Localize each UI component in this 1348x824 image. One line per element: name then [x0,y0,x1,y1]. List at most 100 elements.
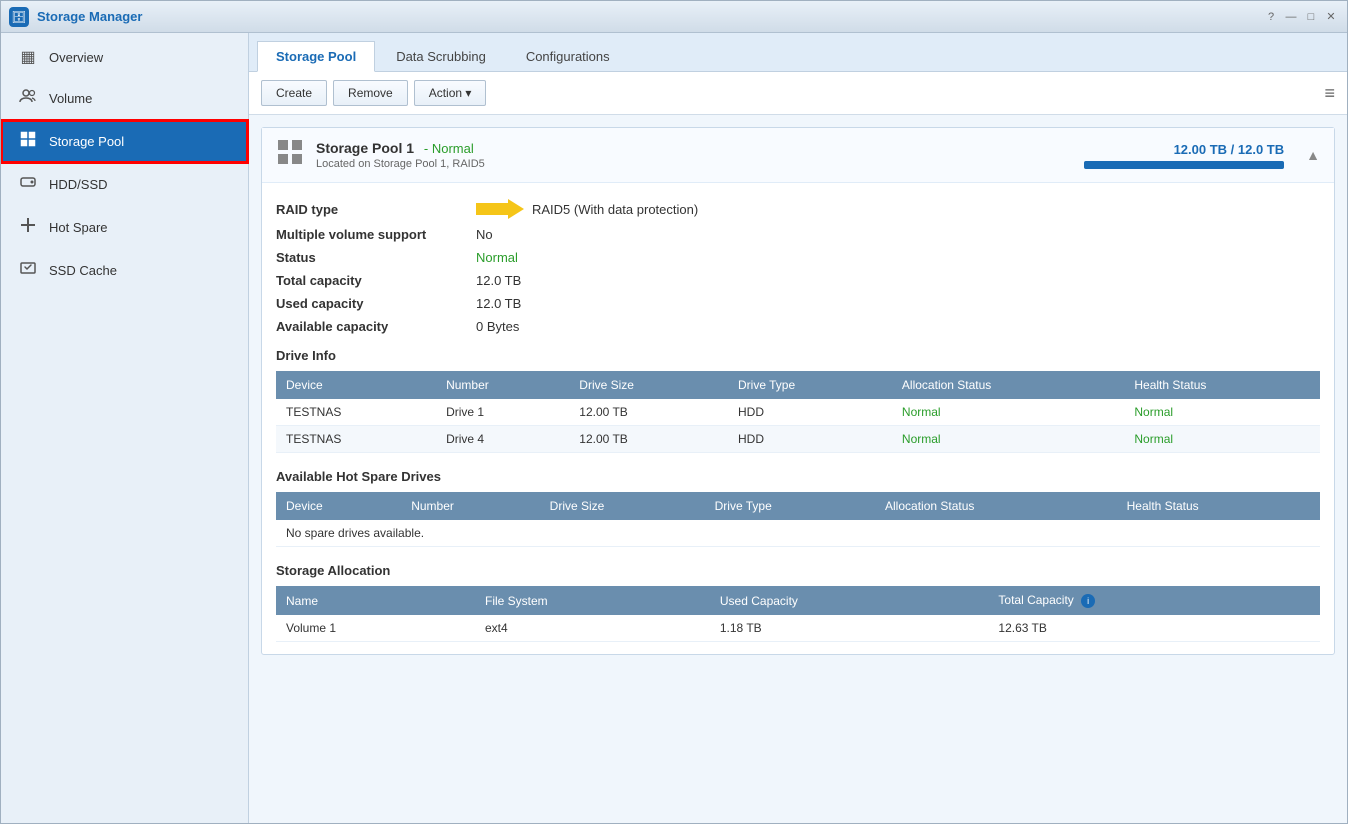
col-alloc-status: Allocation Status [892,371,1124,399]
sa-cell-total: 12.63 TB [988,615,1320,642]
hs-col-type: Drive Type [705,492,875,520]
hs-col-health: Health Status [1117,492,1320,520]
detail-row-raid-type: RAID type RAID5 (With data protection) [276,195,1320,223]
hot-spare-icon [17,216,39,239]
col-device: Device [276,371,436,399]
pool-title: Storage Pool 1 - Normal [316,140,1072,156]
sidebar-label-overview: Overview [49,50,103,65]
content-area: Storage Pool Data Scrubbing Configuratio… [249,33,1347,823]
pool-content: Storage Pool 1 - Normal Located on Stora… [249,115,1347,823]
sa-cell-name: Volume 1 [276,615,475,642]
help-button[interactable]: ? [1263,9,1279,25]
sidebar-label-hdd-ssd: HDD/SSD [49,177,108,192]
sa-col-total: Total Capacity i [988,586,1320,615]
toolbar-left: Create Remove Action ▾ [261,80,486,106]
cell-alloc: Normal [892,426,1124,453]
arrow-head [508,199,524,219]
overview-icon: ▦ [17,47,39,67]
action-button[interactable]: Action ▾ [414,80,487,106]
cell-number: Drive 1 [436,399,569,426]
minimize-button[interactable]: — [1283,9,1299,25]
storage-alloc-title: Storage Allocation [276,563,1320,578]
tab-bar: Storage Pool Data Scrubbing Configuratio… [249,33,1347,72]
drive-info-title: Drive Info [276,348,1320,363]
detail-row-status: Status Normal [276,246,1320,269]
table-row: TESTNAS Drive 4 12.00 TB HDD Normal Norm… [276,426,1320,453]
pool-details: RAID type RAID5 (With data protection) M… [262,183,1334,654]
pool-collapse-button[interactable]: ▲ [1306,147,1320,163]
hdd-ssd-icon [17,173,39,196]
table-row: TESTNAS Drive 1 12.00 TB HDD Normal Norm… [276,399,1320,426]
no-spare-message: No spare drives available. [276,520,1320,547]
sa-cell-used: 1.18 TB [710,615,989,642]
maximize-button[interactable]: □ [1303,9,1319,25]
cell-number: Drive 4 [436,426,569,453]
col-health-status: Health Status [1124,371,1320,399]
sidebar-label-hot-spare: Hot Spare [49,220,108,235]
col-number: Number [436,371,569,399]
sidebar-item-overview[interactable]: ▦ Overview [1,37,248,77]
create-button[interactable]: Create [261,80,327,106]
application-window: 🗄 Storage Manager ? — □ ✕ ▦ Overview Vol… [0,0,1348,824]
sidebar-item-storage-pool[interactable]: Storage Pool [1,120,248,163]
cell-type: HDD [728,399,892,426]
sa-col-name: Name [276,586,475,615]
title-bar-controls: ? — □ ✕ [1263,9,1339,25]
main-layout: ▦ Overview Volume Storage Pool HDD/SSD [1,33,1347,823]
sidebar-label-ssd-cache: SSD Cache [49,263,117,278]
hs-col-number: Number [401,492,539,520]
pool-grid-icon [276,138,304,172]
hot-spare-title: Available Hot Spare Drives [276,469,1320,484]
sidebar-item-hdd-ssd[interactable]: HDD/SSD [1,163,248,206]
pool-capacity-text: 12.00 TB / 12.0 TB [1084,142,1284,157]
sidebar-label-volume: Volume [49,91,92,106]
sidebar-item-hot-spare[interactable]: Hot Spare [1,206,248,249]
hs-col-size: Drive Size [540,492,705,520]
sidebar-item-volume[interactable]: Volume [1,77,248,120]
view-toggle-icon[interactable]: ≡ [1324,83,1335,104]
total-capacity-info-icon[interactable]: i [1081,594,1095,608]
arrow-shaft [476,203,508,215]
detail-row-multiple-volume: Multiple volume support No [276,223,1320,246]
hs-col-device: Device [276,492,401,520]
tab-data-scrubbing[interactable]: Data Scrubbing [377,41,505,71]
table-row: Volume 1 ext4 1.18 TB 12.63 TB [276,615,1320,642]
cell-health: Normal [1124,399,1320,426]
drive-info-table: Device Number Drive Size Drive Type Allo… [276,371,1320,453]
sa-col-used: Used Capacity [710,586,989,615]
pool-header: Storage Pool 1 - Normal Located on Stora… [262,128,1334,183]
pool-capacity-area: 12.00 TB / 12.0 TB [1084,142,1284,169]
sa-col-fs: File System [475,586,710,615]
cell-device: TESTNAS [276,426,436,453]
tab-storage-pool[interactable]: Storage Pool [257,41,375,72]
close-button[interactable]: ✕ [1323,9,1339,25]
pool-capacity-fill [1084,161,1284,169]
sidebar-label-storage-pool: Storage Pool [49,134,124,149]
cell-size: 12.00 TB [569,426,728,453]
detail-row-available-capacity: Available capacity 0 Bytes [276,315,1320,338]
col-drive-type: Drive Type [728,371,892,399]
annotation-arrow [476,199,524,219]
hs-col-alloc: Allocation Status [875,492,1117,520]
hot-spare-table: Device Number Drive Size Drive Type Allo… [276,492,1320,547]
cell-size: 12.00 TB [569,399,728,426]
remove-button[interactable]: Remove [333,80,408,106]
pool-subtitle: Located on Storage Pool 1, RAID5 [316,158,1072,170]
volume-icon [17,87,39,110]
pool-card: Storage Pool 1 - Normal Located on Stora… [261,127,1335,655]
detail-row-total-capacity: Total capacity 12.0 TB [276,269,1320,292]
cell-alloc: Normal [892,399,1124,426]
cell-type: HDD [728,426,892,453]
cell-device: TESTNAS [276,399,436,426]
ssd-cache-icon [17,259,39,282]
tab-configurations[interactable]: Configurations [507,41,629,71]
col-drive-size: Drive Size [569,371,728,399]
sidebar-item-ssd-cache[interactable]: SSD Cache [1,249,248,292]
storage-pool-icon [17,130,39,153]
title-bar: 🗄 Storage Manager ? — □ ✕ [1,1,1347,33]
pool-capacity-bar [1084,161,1284,169]
toolbar: Create Remove Action ▾ ≡ [249,72,1347,115]
app-icon: 🗄 [9,7,29,27]
table-row-no-data: No spare drives available. [276,520,1320,547]
cell-health: Normal [1124,426,1320,453]
